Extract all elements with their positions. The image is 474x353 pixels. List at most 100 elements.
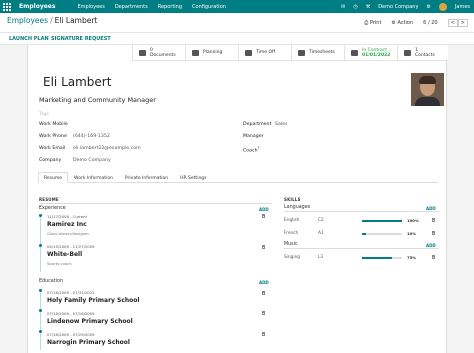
work-email-label: Work Email xyxy=(39,146,66,151)
skill-progress-bar xyxy=(362,220,402,222)
add-experience-button[interactable]: ADD xyxy=(259,207,269,212)
skill-name: Singing xyxy=(284,255,301,260)
address-card-icon xyxy=(404,49,411,56)
resume-line-dates: 04/15/2009 - 11/27/2009 xyxy=(47,244,95,249)
breadcrumb-current: Eli Lambert xyxy=(54,16,98,25)
work-email-input[interactable]: eli.lambert22@example.com xyxy=(73,146,141,151)
skill-level: C2 xyxy=(318,218,324,223)
print-button[interactable]: ⎙ Print xyxy=(364,20,381,26)
skill-percent: 75% xyxy=(407,255,417,260)
coach-label: Coach? xyxy=(243,146,260,154)
activity-icon[interactable]: ◷ xyxy=(353,4,357,10)
file-icon xyxy=(139,49,146,56)
work-phone-input[interactable]: (644)-169-1352 xyxy=(73,134,110,139)
trash-icon[interactable] xyxy=(432,255,435,259)
action-button[interactable]: ⚙ Action xyxy=(391,20,413,26)
menu-employees[interactable]: Employees xyxy=(77,4,104,10)
resume-line-dates: 07/16/2009 - 07/16/2009 xyxy=(47,311,95,316)
timeline-dot xyxy=(39,309,42,312)
tools-icon[interactable]: ⚒ xyxy=(366,4,370,10)
help-icon[interactable]: ? xyxy=(258,146,260,150)
signature-request-button[interactable]: SIGNATURE REQUEST xyxy=(51,36,111,42)
resume-line-title[interactable]: Lindenow Primary School xyxy=(47,318,133,325)
timeline-dot xyxy=(39,244,42,247)
education-heading: Education xyxy=(39,279,63,284)
user-avatar[interactable] xyxy=(438,2,447,11)
planning-smart-button[interactable]: Planning xyxy=(185,45,238,61)
skill-progress-bar xyxy=(362,233,402,235)
breadcrumb-employees[interactable]: Employees xyxy=(7,16,48,25)
company-switcher[interactable]: Demo Company xyxy=(378,4,418,10)
resume-line-title[interactable]: White-Bell xyxy=(47,251,82,258)
skill-percent: 100% xyxy=(407,218,419,223)
chat-icon[interactable]: ✉ xyxy=(341,4,345,10)
skill-group-heading: Music xyxy=(284,242,298,247)
trash-icon[interactable] xyxy=(432,218,435,222)
timeline-dot xyxy=(39,214,42,217)
skill-name: English xyxy=(284,218,300,223)
tab-work-information[interactable]: Work Information xyxy=(68,172,119,183)
launch-plan-button[interactable]: LAUNCH PLAN xyxy=(9,36,49,42)
top-navbar: Employees Employees Departments Reportin… xyxy=(0,0,474,13)
skills-divider xyxy=(284,211,439,212)
resume-divider xyxy=(39,203,272,204)
tab-resume[interactable]: Resume xyxy=(38,172,69,183)
resume-line-description: Glass blower/designer xyxy=(47,231,90,236)
resume-line-dates: 07/16/2009 - 07/31/2012 xyxy=(47,290,95,295)
app-name[interactable]: Employees xyxy=(19,3,55,10)
experience-heading: Experience xyxy=(39,206,66,211)
control-panel: Employees / Eli Lambert ⎙ Print ⚙ Action 6… xyxy=(0,13,474,33)
job-title[interactable]: Marketing and Community Manager xyxy=(39,96,156,104)
skill-progress-bar xyxy=(362,257,402,259)
pager-next-button[interactable]: > xyxy=(457,19,468,27)
employee-form-sheet: 0 Documents Planning Time Off Timesheets … xyxy=(27,45,448,353)
user-menu[interactable]: James xyxy=(455,4,470,10)
time-off-smart-button[interactable]: Time Off xyxy=(238,45,291,61)
skill-level: A1 xyxy=(318,231,324,236)
menu-configuration[interactable]: Configuration xyxy=(192,4,226,10)
menu-departments[interactable]: Departments xyxy=(115,4,148,10)
timeline-dot xyxy=(39,330,42,333)
resume-line-title[interactable]: Holy Family Primary School xyxy=(47,297,139,304)
pager-previous-button[interactable]: < xyxy=(447,19,458,27)
tags-field[interactable]: Tags xyxy=(39,112,49,117)
timeline-dot xyxy=(39,289,42,292)
add-education-button[interactable]: ADD xyxy=(259,280,269,285)
skill-level: L3 xyxy=(318,255,324,260)
employee-photo[interactable] xyxy=(411,73,444,106)
settings-icon[interactable]: ⚙ xyxy=(426,4,430,10)
contacts-smart-button[interactable]: 1 Contacts xyxy=(397,45,448,61)
company-input[interactable]: Demo Company xyxy=(73,158,111,163)
trash-icon[interactable] xyxy=(262,291,265,295)
gear-icon: ⚙ xyxy=(391,20,396,26)
action-bar: LAUNCH PLAN SIGNATURE REQUEST xyxy=(0,33,474,45)
trash-icon[interactable] xyxy=(432,231,435,235)
timesheets-smart-button[interactable]: Timesheets xyxy=(291,45,344,61)
contract-icon xyxy=(351,49,358,56)
resume-line-description: Sports coach xyxy=(47,261,72,266)
trash-icon[interactable] xyxy=(262,245,265,249)
calendar-icon xyxy=(192,49,199,56)
notebook-tabs: Resume Work Information Private Informat… xyxy=(38,172,438,183)
documents-smart-button[interactable]: 0 Documents xyxy=(132,45,185,61)
trash-icon[interactable] xyxy=(262,332,265,336)
resume-line-title[interactable]: Ramirez Inc xyxy=(47,221,87,228)
employee-name[interactable]: Eli Lambert xyxy=(43,75,111,89)
tab-hr-settings[interactable]: HR Settings xyxy=(174,172,212,183)
trash-icon[interactable] xyxy=(262,311,265,315)
department-label: Department xyxy=(243,122,272,127)
tab-private-information[interactable]: Private Information xyxy=(119,172,174,183)
skill-name: French xyxy=(284,231,299,236)
resume-line-title[interactable]: Narrogin Primary School xyxy=(47,339,130,346)
work-mobile-label: Work Mobile xyxy=(39,122,68,127)
trash-icon[interactable] xyxy=(262,214,265,218)
pager-value[interactable]: 6 / 20 xyxy=(423,20,437,26)
contract-smart-button[interactable]: In Contract ... 01/01/2022 xyxy=(344,45,397,61)
breadcrumb-separator: / xyxy=(50,16,53,25)
skill-percent: 10% xyxy=(407,231,417,236)
skill-group-heading: Languages xyxy=(284,205,311,210)
apps-grid-icon[interactable] xyxy=(3,2,11,11)
department-input[interactable]: Sales xyxy=(275,122,287,127)
company-label: Company xyxy=(39,158,62,163)
menu-reporting[interactable]: Reporting xyxy=(158,4,182,10)
